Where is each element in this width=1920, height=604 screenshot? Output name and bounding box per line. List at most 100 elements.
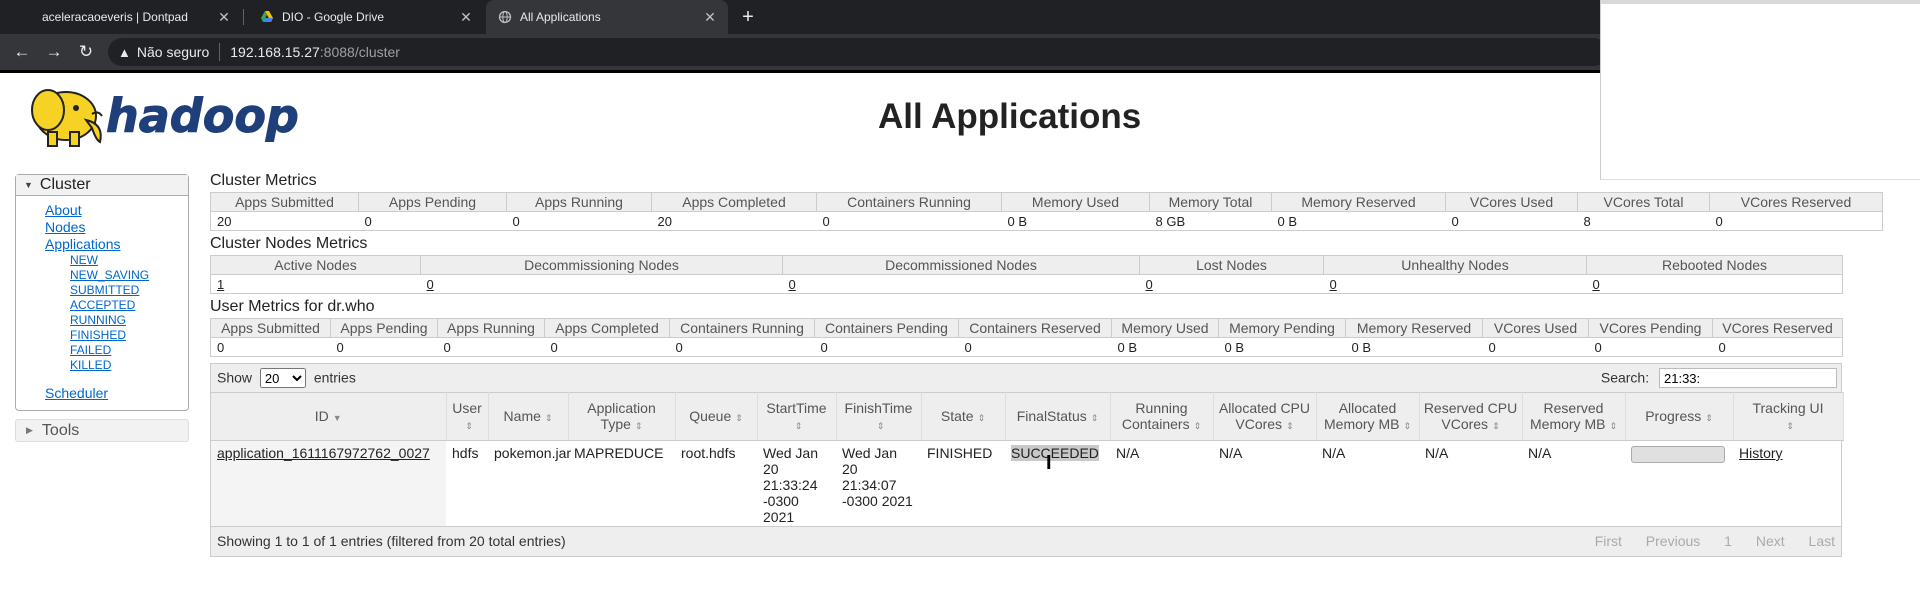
sort-icon: ⇕ — [1609, 420, 1617, 431]
security-label[interactable]: Não seguro — [137, 44, 209, 60]
metric-value: 8 — [1577, 211, 1710, 231]
page-size-select[interactable]: 20 — [259, 368, 306, 388]
metric-value: 0 — [330, 337, 438, 357]
metric-value: 0 — [782, 274, 1140, 294]
tab-all-applications[interactable]: All Applications ✕ — [486, 0, 728, 34]
column-header-tracking-ui[interactable]: Tracking UI ⇕ — [1733, 392, 1844, 441]
column-header-state[interactable]: State ⇕ — [921, 392, 1006, 441]
column-header-allocated-cpu[interactable]: Allocated CPU VCores ⇕ — [1213, 392, 1317, 441]
column-header-application-type[interactable]: Application Type ⇕ — [568, 392, 676, 441]
header-label: Reserved CPU VCores — [1423, 399, 1518, 432]
back-arrow-icon[interactable]: ← — [10, 40, 34, 64]
column-header-id[interactable]: ID ▼ — [211, 392, 447, 441]
metric-header: Memory Pending — [1218, 318, 1346, 338]
column-header-user[interactable]: User ⇕ — [446, 392, 489, 441]
sidebar-state-killed[interactable]: KILLED — [45, 358, 188, 373]
sort-icon: ⇕ — [876, 420, 885, 431]
column-header-finishtime[interactable]: FinishTime ⇕ — [836, 392, 922, 441]
new-tab-button[interactable]: + — [734, 4, 762, 30]
header-label: FinalStatus — [1016, 407, 1087, 424]
sidebar-state-running[interactable]: RUNNING — [45, 313, 188, 328]
reload-icon[interactable]: ↻ — [74, 40, 98, 64]
metric-value: 0 — [1588, 337, 1713, 357]
page-title: All Applications — [878, 97, 1142, 136]
pager-previous[interactable]: Previous — [1646, 533, 1700, 549]
tools-section-header[interactable]: ▶ Tools — [15, 419, 189, 442]
table-info: Showing 1 to 1 of 1 entries (filtered fr… — [217, 533, 566, 549]
cell-reserved-memory: N/A — [1528, 445, 1552, 461]
metric-header: VCores Pending — [1588, 318, 1713, 338]
pager-last[interactable]: Last — [1809, 533, 1835, 549]
sort-icon: ⇕ — [1492, 420, 1500, 431]
pager-page-1[interactable]: 1 — [1724, 533, 1732, 549]
sidebar-state-submitted[interactable]: SUBMITTED — [45, 283, 188, 298]
finalstatus-text[interactable]: SUCCEEDED — [1011, 445, 1099, 461]
column-header-running-containers[interactable]: Running Containers ⇕ — [1110, 392, 1214, 441]
pager-first[interactable]: First — [1595, 533, 1622, 549]
rebooted-nodes-link[interactable]: 0 — [1593, 277, 1600, 292]
metric-header: Lost Nodes — [1139, 255, 1324, 275]
column-header-reserved-cpu[interactable]: Reserved CPU VCores ⇕ — [1419, 392, 1523, 441]
sidebar-state-failed[interactable]: FAILED — [45, 343, 188, 358]
cluster-section-header[interactable]: ▼ Cluster — [16, 175, 188, 196]
column-header-allocated-memory[interactable]: Allocated Memory MB ⇕ — [1316, 392, 1420, 441]
pagination: First Previous 1 Next Last — [1575, 533, 1835, 549]
overlay-panel — [1600, 0, 1920, 180]
nodes-metrics-table: Active Nodes Decommissioning Nodes Decom… — [210, 255, 1843, 294]
pager-next[interactable]: Next — [1756, 533, 1785, 549]
decommissioning-nodes-link[interactable]: 0 — [427, 277, 434, 292]
metric-value: 0 — [420, 274, 783, 294]
column-header-starttime[interactable]: StartTime ⇕ — [757, 392, 837, 441]
header-label: Name — [503, 407, 541, 424]
column-header-name[interactable]: Name ⇕ — [488, 392, 569, 441]
warning-icon[interactable]: ▲ — [118, 45, 131, 60]
column-header-progress[interactable]: Progress ⇕ — [1625, 392, 1734, 441]
sidebar-link-about[interactable]: About — [45, 202, 188, 219]
sidebar-state-finished[interactable]: FINISHED — [45, 328, 188, 343]
metric-header: Apps Completed — [544, 318, 670, 338]
column-header-queue[interactable]: Queue ⇕ — [675, 392, 758, 441]
cell-state: FINISHED — [927, 445, 993, 461]
tab-dontpad[interactable]: aceleracaoeveris | Dontpad ✕ — [30, 0, 242, 34]
forward-arrow-icon[interactable]: → — [42, 40, 66, 64]
application-id-link[interactable]: application_1611167972762_0027 — [217, 445, 430, 461]
sort-icon: ⇕ — [1193, 420, 1202, 431]
sort-icon: ⇕ — [735, 412, 743, 423]
column-header-finalstatus[interactable]: FinalStatus ⇕ — [1005, 392, 1111, 441]
user-metrics-table: Apps Submitted Apps Pending Apps Running… — [210, 318, 1843, 357]
sort-icon: ⇕ — [1786, 420, 1794, 431]
address-bar[interactable]: ▲ Não seguro 192.168.15.27:8088/cluster — [108, 38, 1608, 66]
cluster-metrics-title: Cluster Metrics — [210, 172, 317, 189]
search-input[interactable] — [1659, 368, 1837, 388]
cell-allocated-cpu: N/A — [1219, 445, 1243, 461]
close-icon[interactable]: ✕ — [214, 9, 234, 26]
cell-finishtime: Wed Jan 20 21:34:07 -0300 2021 — [842, 445, 913, 509]
tab-google-drive[interactable]: DIO - Google Drive ✕ — [248, 0, 484, 34]
history-link[interactable]: History — [1739, 445, 1783, 461]
unhealthy-nodes-link[interactable]: 0 — [1330, 277, 1337, 292]
sidebar-state-new[interactable]: NEW — [45, 253, 188, 268]
metric-header: Memory Reserved — [1271, 192, 1446, 212]
nodes-metrics-title: Cluster Nodes Metrics — [210, 235, 368, 252]
metric-value: 0 — [1586, 274, 1843, 294]
cell-starttime: Wed Jan 20 21:33:24 -0300 2021 — [763, 445, 818, 525]
sort-icon: ⇕ — [1403, 420, 1411, 431]
header-label: User — [452, 399, 482, 416]
cell-name: pokemon.jar — [494, 445, 572, 461]
sidebar-state-accepted[interactable]: ACCEPTED — [45, 298, 188, 313]
sidebar-link-applications[interactable]: Applications — [45, 236, 188, 253]
metric-value: 0 — [1445, 211, 1578, 231]
sidebar-link-scheduler[interactable]: Scheduler — [45, 385, 188, 402]
column-header-reserved-memory[interactable]: Reserved Memory MB ⇕ — [1522, 392, 1626, 441]
active-nodes-link[interactable]: 1 — [217, 277, 224, 292]
cell-reserved-cpu: N/A — [1425, 445, 1449, 461]
decommissioned-nodes-link[interactable]: 0 — [789, 277, 796, 292]
sidebar-link-nodes[interactable]: Nodes — [45, 219, 188, 236]
metric-value: 0 — [814, 337, 959, 357]
tab-title: All Applications — [520, 10, 601, 24]
sidebar-state-new-saving[interactable]: NEW_SAVING — [45, 268, 188, 283]
lost-nodes-link[interactable]: 0 — [1146, 277, 1153, 292]
close-icon[interactable]: ✕ — [456, 9, 476, 26]
tab-separator — [243, 9, 244, 25]
close-icon[interactable]: ✕ — [700, 9, 720, 26]
